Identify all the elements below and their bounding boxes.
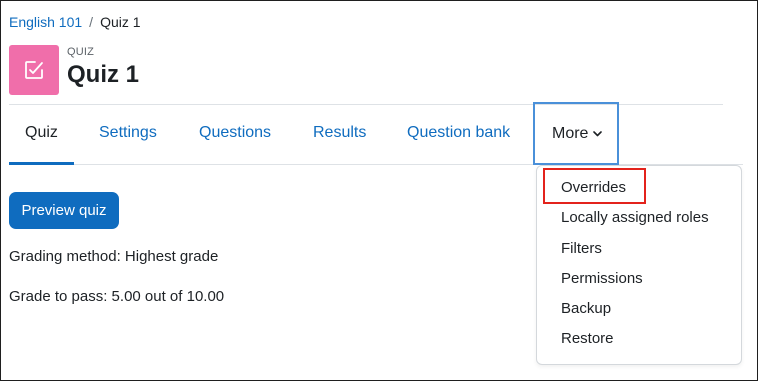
tab-label: Results — [313, 124, 367, 141]
tab-settings[interactable]: Settings — [99, 102, 157, 164]
chevron-down-icon — [593, 130, 603, 137]
tab-more[interactable]: More — [533, 102, 619, 165]
tab-question-bank[interactable]: Question bank — [407, 102, 510, 164]
breadcrumb-current: Quiz 1 — [100, 14, 141, 30]
menu-item-permissions[interactable]: Permissions — [537, 264, 741, 294]
breadcrumb-separator: / — [89, 14, 94, 30]
activity-type-label: QUIZ — [67, 46, 95, 58]
quiz-checkbox-icon — [9, 45, 59, 95]
breadcrumb: English 101 / Quiz 1 — [9, 14, 141, 30]
preview-quiz-button[interactable]: Preview quiz — [9, 192, 119, 229]
tab-quiz[interactable]: Quiz — [9, 102, 74, 165]
tab-label: Question bank — [407, 124, 511, 141]
tab-results[interactable]: Results — [313, 102, 366, 164]
more-dropdown-menu: Overrides Locally assigned roles Filters… — [536, 165, 742, 365]
menu-item-restore[interactable]: Restore — [537, 324, 741, 354]
menu-item-overrides[interactable]: Overrides — [537, 173, 741, 203]
breadcrumb-course-link[interactable]: English 101 — [9, 14, 82, 30]
page-title: Quiz 1 — [67, 61, 140, 88]
menu-item-backup[interactable]: Backup — [537, 294, 741, 324]
grade-to-pass-text: Grade to pass: 5.00 out of 10.00 — [9, 288, 225, 305]
secondary-navigation: Quiz Settings Questions Results Question… — [9, 102, 743, 165]
grading-method-text: Grading method: Highest grade — [9, 248, 219, 265]
menu-item-locally-assigned-roles[interactable]: Locally assigned roles — [537, 203, 741, 233]
tab-label: Settings — [99, 124, 157, 141]
tab-label: Questions — [199, 124, 272, 141]
tab-questions[interactable]: Questions — [199, 102, 271, 164]
tab-more-label: More — [552, 124, 589, 142]
menu-item-filters[interactable]: Filters — [537, 234, 741, 264]
tab-label: Quiz — [25, 124, 58, 141]
page-frame: English 101 / Quiz 1 QUIZ Quiz 1 Quiz Sett… — [0, 0, 758, 381]
